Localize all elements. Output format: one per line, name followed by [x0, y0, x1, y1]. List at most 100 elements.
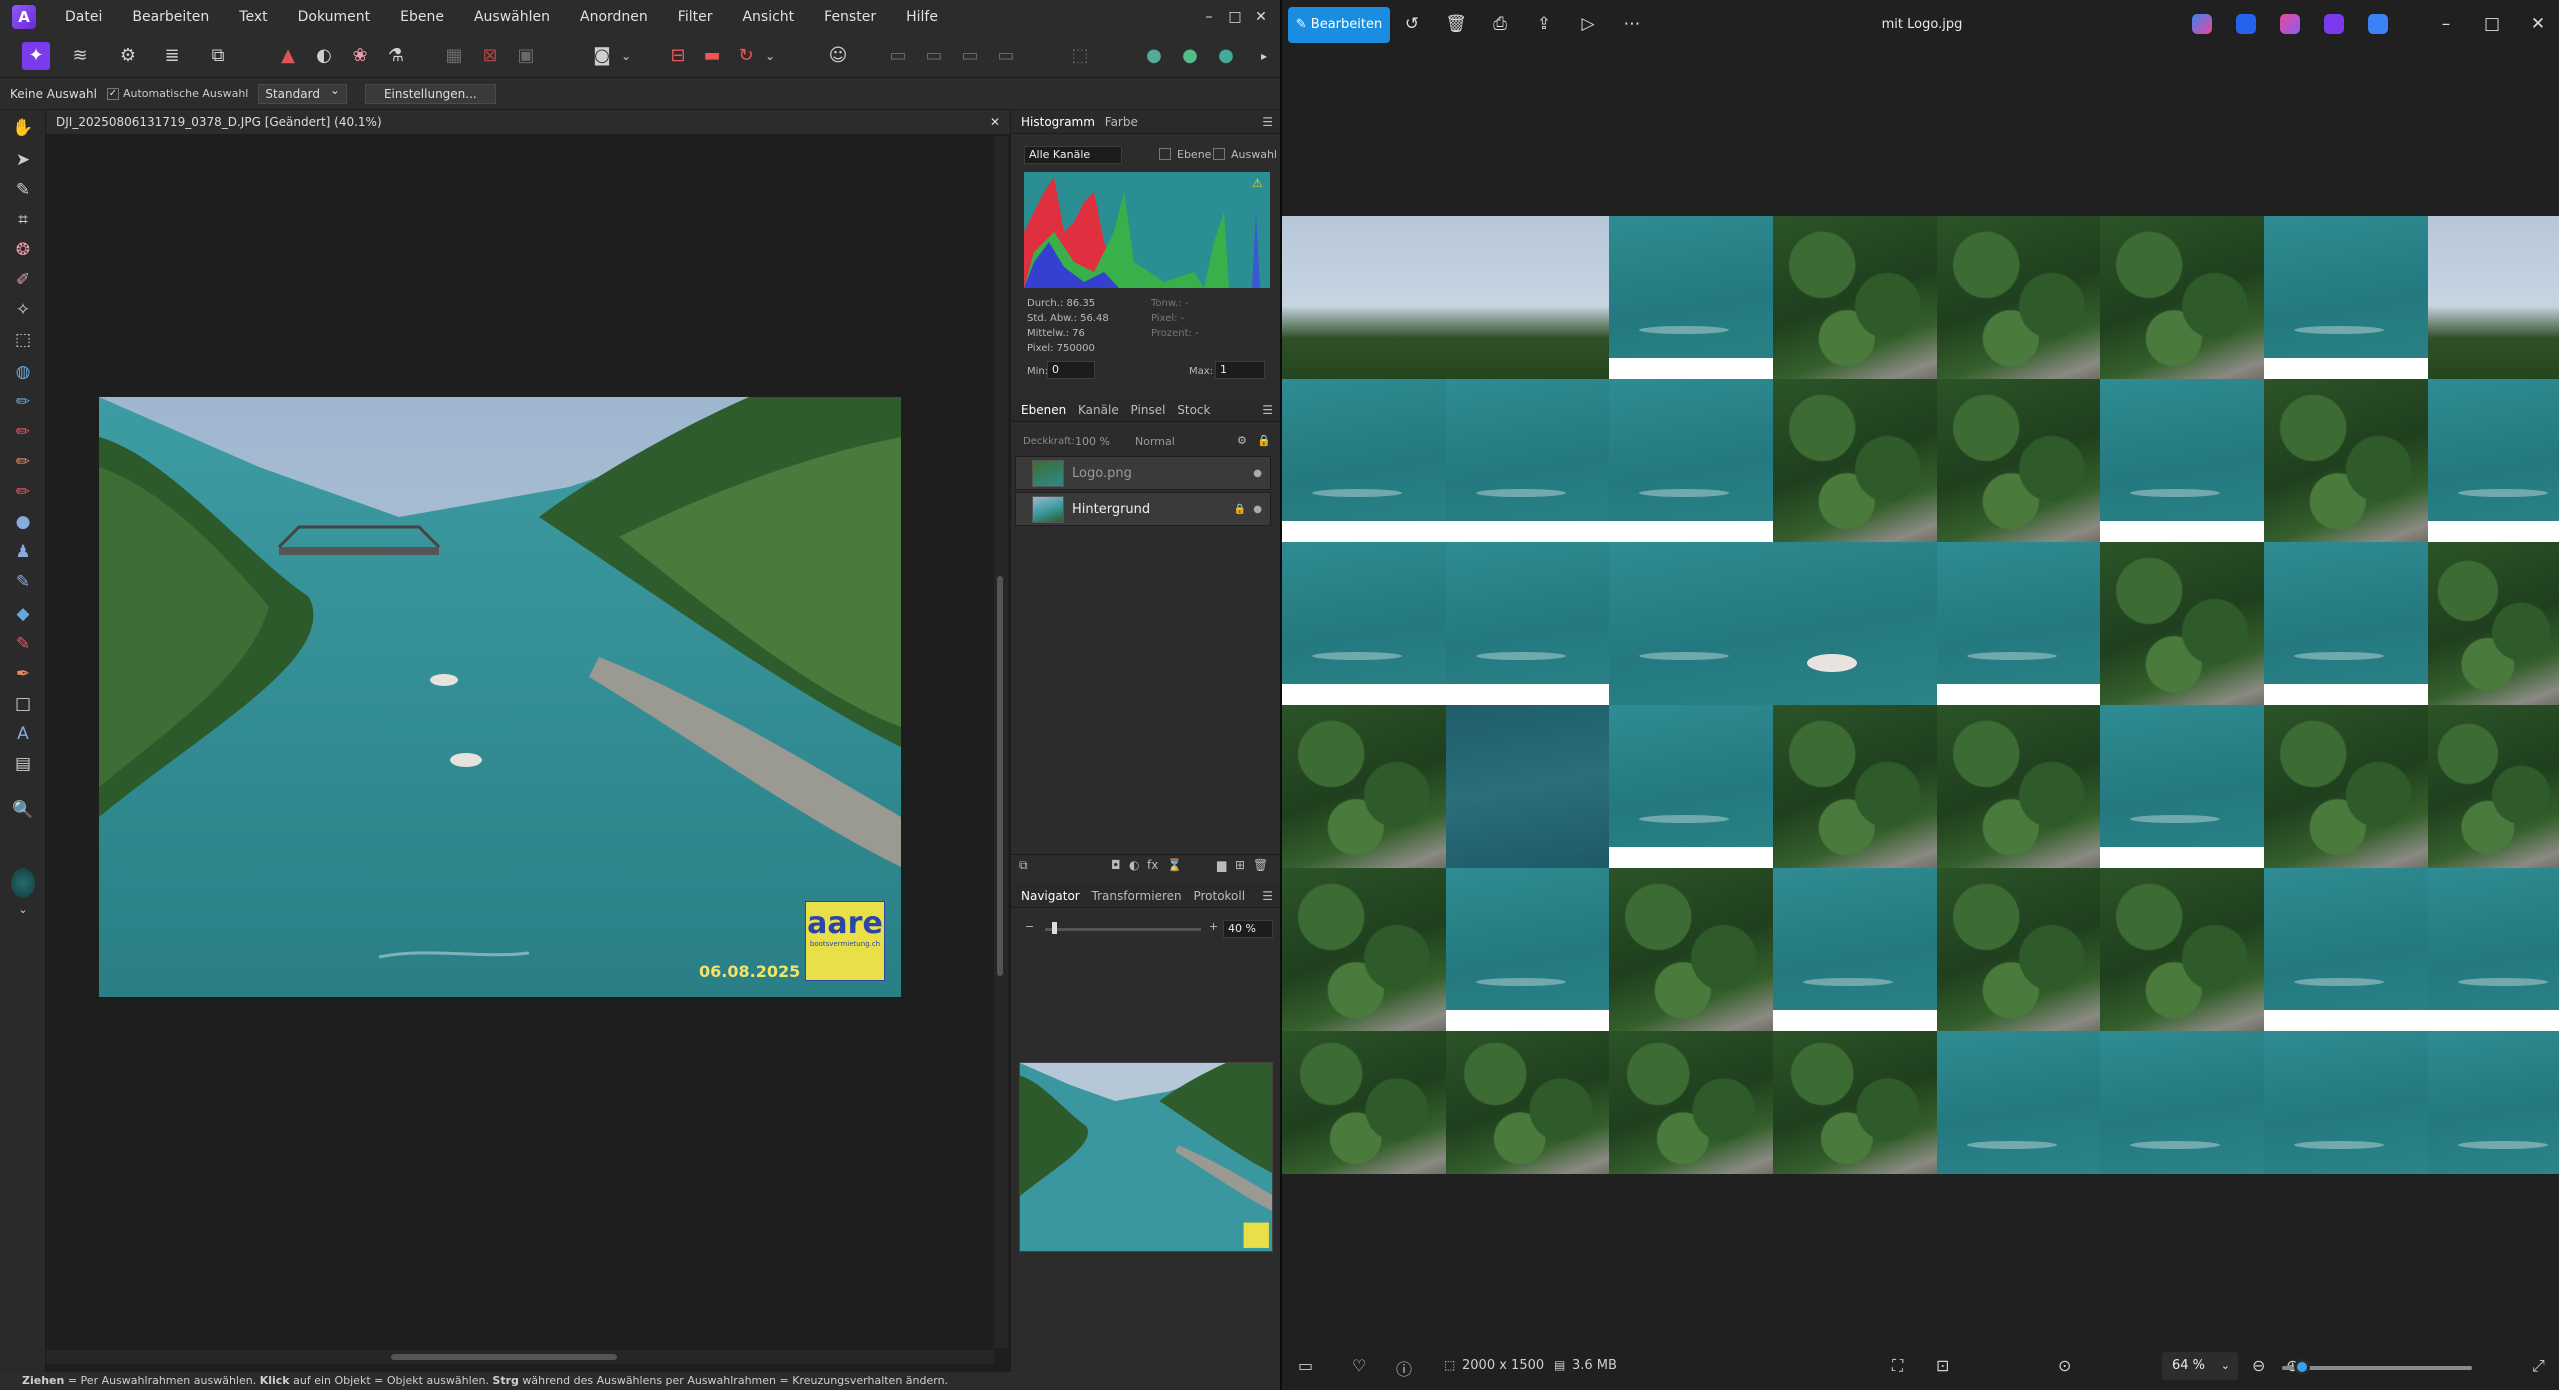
- tab-navigator[interactable]: Navigator: [1021, 889, 1080, 903]
- tone-mapping-persona-icon[interactable]: ≣: [158, 42, 186, 70]
- color-swatch[interactable]: [11, 868, 35, 898]
- assistant-icon[interactable]: ☺: [824, 42, 852, 70]
- zoom-slider-knob[interactable]: [2294, 1359, 2310, 1375]
- onedrive-icon[interactable]: [2368, 14, 2388, 34]
- deselect-icon[interactable]: ⊠: [476, 42, 504, 70]
- favorite-icon[interactable]: ♡: [1352, 1356, 1366, 1375]
- menu-bearbeiten[interactable]: Bearbeiten: [117, 9, 224, 25]
- visibility-icon[interactable]: ●: [1253, 457, 1262, 491]
- navigator-zoom-slider[interactable]: [1045, 928, 1201, 931]
- tab-protokoll[interactable]: Protokoll: [1193, 889, 1245, 903]
- horizontal-scrollbar[interactable]: [46, 1350, 994, 1364]
- info-icon[interactable]: ⓘ: [1396, 1356, 1412, 1380]
- dodge-brush-icon[interactable]: ●: [9, 508, 37, 536]
- min-input[interactable]: 0: [1047, 361, 1095, 379]
- tab-pinsel[interactable]: Pinsel: [1131, 403, 1166, 417]
- menu-auswaehlen[interactable]: Auswählen: [459, 9, 565, 25]
- tab-ebenen[interactable]: Ebenen: [1021, 403, 1066, 417]
- adjustment-icon[interactable]: ◐: [1129, 858, 1139, 872]
- menu-filter[interactable]: Filter: [663, 9, 728, 25]
- color-picker-tool-icon[interactable]: ✎: [9, 176, 37, 204]
- new-layer-icon[interactable]: ⊞: [1235, 858, 1245, 872]
- screenshot-icon[interactable]: ⊙: [2058, 1356, 2071, 1375]
- swap-colors-icon[interactable]: ⌄: [9, 896, 37, 924]
- toolbar-overflow-icon[interactable]: ▸: [1254, 42, 1274, 70]
- layer-row[interactable]: Hintergrund 🔒 ●: [1015, 492, 1271, 526]
- zoom-tool-icon[interactable]: 🔍: [9, 796, 37, 824]
- live-filter-icon[interactable]: ⌛: [1167, 858, 1182, 872]
- video-editor-icon[interactable]: [2324, 14, 2344, 34]
- tab-kanaele[interactable]: Kanäle: [1078, 403, 1119, 417]
- smudge-brush-icon[interactable]: ✎: [9, 568, 37, 596]
- mask-icon[interactable]: ◘: [1111, 858, 1121, 872]
- flood-fill-icon[interactable]: ◍: [9, 358, 37, 386]
- menu-hilfe[interactable]: Hilfe: [891, 9, 953, 25]
- arrange-front-icon[interactable]: ▭: [992, 42, 1020, 70]
- transform-icon[interactable]: ⬚: [1066, 42, 1094, 70]
- red-eye-icon[interactable]: ✎: [9, 630, 37, 658]
- layer-lock-icon[interactable]: 🔒: [1234, 493, 1246, 527]
- vertical-scroll-thumb[interactable]: [997, 576, 1003, 976]
- persona-affinity-1-icon[interactable]: ●: [1140, 42, 1168, 70]
- more-options-icon[interactable]: ⋯: [1620, 14, 1644, 36]
- edit-button[interactable]: ✎ Bearbeiten: [1288, 7, 1390, 43]
- mesh-warp-icon[interactable]: ▤: [9, 750, 37, 778]
- navigator-zoom-input[interactable]: 40 %: [1223, 920, 1273, 938]
- snapping-options-icon[interactable]: ⌄: [756, 42, 784, 70]
- snapping-icon[interactable]: ⊟: [664, 42, 692, 70]
- clipchamp-icon[interactable]: [2280, 14, 2300, 34]
- invert-selection-icon[interactable]: ▣: [512, 42, 540, 70]
- horizontal-scroll-thumb[interactable]: [391, 1354, 617, 1360]
- zoom-out-icon[interactable]: ⊖: [2252, 1356, 2265, 1375]
- close-icon[interactable]: ✕: [2526, 14, 2550, 36]
- zoom-slider-track[interactable]: [2282, 1366, 2472, 1370]
- arrange-backward-icon[interactable]: ▭: [920, 42, 948, 70]
- photo-mosaic[interactable]: [1282, 216, 2559, 1174]
- arrange-back-icon[interactable]: ▭: [884, 42, 912, 70]
- selection-brush-icon[interactable]: ❂: [9, 236, 37, 264]
- navigator-menu-icon[interactable]: ☰: [1262, 884, 1273, 908]
- layers-menu-icon[interactable]: ☰: [1262, 398, 1273, 422]
- auto-levels-icon[interactable]: ▲: [274, 42, 302, 70]
- zoom-out-icon[interactable]: −: [1025, 920, 1034, 933]
- navigator-zoom-knob[interactable]: [1052, 922, 1058, 934]
- erase-brush-icon[interactable]: ✏: [9, 478, 37, 506]
- text-tool-icon[interactable]: A: [9, 720, 37, 748]
- shape-tool-icon[interactable]: □: [9, 690, 37, 718]
- vertical-scrollbar[interactable]: [994, 136, 1008, 1348]
- zoom-dropdown[interactable]: 64 % ⌄: [2162, 1352, 2238, 1380]
- blur-brush-icon[interactable]: ◆: [9, 600, 37, 628]
- blend-mode-dropdown[interactable]: Normal: [1135, 435, 1175, 448]
- layer-settings-icon[interactable]: ⚙: [1237, 434, 1247, 447]
- panel-menu-icon[interactable]: ☰: [1262, 110, 1273, 134]
- fullscreen-icon[interactable]: ⤢: [2532, 1356, 2545, 1376]
- slideshow-icon[interactable]: ▷: [1576, 14, 1600, 36]
- selection-mode-dropdown[interactable]: Standard: [258, 83, 347, 104]
- gradient-tool-icon[interactable]: ✏: [9, 388, 37, 416]
- force-pixel-alignment-icon[interactable]: ▬: [698, 42, 726, 70]
- photo-persona-icon[interactable]: ✦: [22, 42, 50, 70]
- layer-stack-icon[interactable]: ⧉: [1019, 858, 1028, 873]
- max-input[interactable]: 1: [1215, 361, 1265, 379]
- fx-icon[interactable]: fx: [1147, 858, 1158, 872]
- zoom-in-icon[interactable]: +: [1209, 920, 1218, 933]
- auto-contrast-icon[interactable]: ◐: [310, 42, 338, 70]
- move-tool-icon[interactable]: ➤: [9, 146, 37, 174]
- menu-text[interactable]: Text: [224, 9, 282, 25]
- filmstrip-icon[interactable]: ▭: [1298, 1356, 1313, 1375]
- affinity-logo-icon[interactable]: A: [12, 5, 36, 29]
- tab-stock[interactable]: Stock: [1177, 403, 1210, 417]
- persona-affinity-2-icon[interactable]: ●: [1176, 42, 1204, 70]
- layer-checkbox[interactable]: [1159, 148, 1171, 160]
- paint-brush-icon[interactable]: ✏: [9, 418, 37, 446]
- visibility-icon[interactable]: ●: [1253, 493, 1262, 527]
- maximize-icon[interactable]: □: [2480, 14, 2504, 36]
- settings-button[interactable]: Einstellungen...: [364, 83, 496, 104]
- hand-tool-icon[interactable]: ✋: [9, 114, 37, 142]
- maximize-icon[interactable]: □: [1222, 0, 1248, 34]
- auto-select-checkbox[interactable]: ✓: [106, 87, 119, 100]
- pen-tool-icon[interactable]: ✒: [9, 660, 37, 688]
- fit-icon[interactable]: ⛶: [1892, 1356, 1903, 1376]
- menu-anordnen[interactable]: Anordnen: [565, 9, 663, 25]
- layer-row[interactable]: Logo.png ●: [1015, 456, 1271, 490]
